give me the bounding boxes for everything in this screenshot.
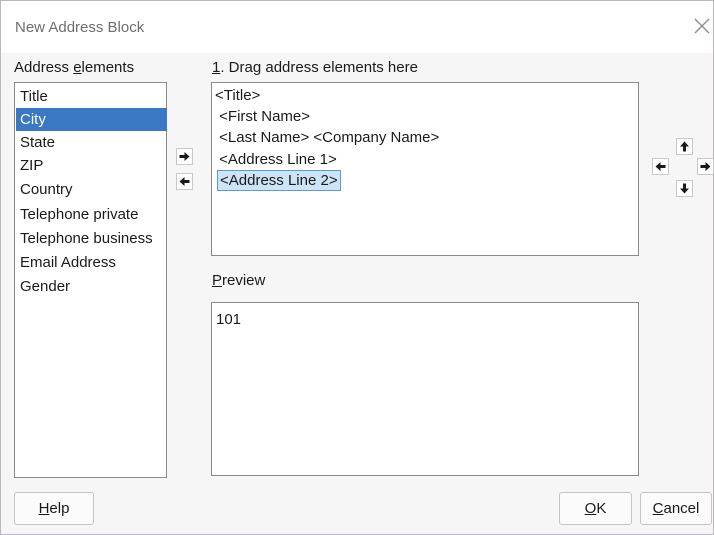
list-item-country[interactable]: Country: [16, 178, 167, 201]
address-field-address-line-2[interactable]: <Address Line 2>: [217, 170, 341, 191]
preview-label-mnemonic: P: [212, 272, 223, 289]
list-item-telephone-business[interactable]: Telephone business: [16, 227, 167, 250]
list-item-email-address[interactable]: Email Address: [16, 251, 167, 274]
address-field-last-name-company[interactable]: <Last Name> <Company Name>: [215, 127, 439, 148]
list-item-telephone-private[interactable]: Telephone private: [16, 203, 167, 226]
arrow-down-icon: [680, 183, 689, 194]
move-up-button[interactable]: [676, 138, 693, 155]
title-bar: New Address Block: [1, 1, 713, 53]
arrow-right-icon: [700, 162, 711, 171]
help-button-rest: elp: [49, 500, 70, 517]
close-icon[interactable]: [693, 17, 711, 35]
ok-button-mnemonic: O: [584, 500, 597, 517]
address-elements-label-rest: lements: [81, 59, 135, 76]
new-address-block-dialog: New Address Block Address elements Title…: [0, 0, 714, 535]
move-right-button[interactable]: [697, 158, 714, 175]
move-left-button[interactable]: [652, 158, 669, 175]
arrow-left-icon: [179, 177, 190, 186]
address-elements-list[interactable]: Title City State ZIP Country Telephone p…: [14, 82, 167, 478]
add-element-button[interactable]: [176, 148, 193, 165]
help-button[interactable]: Help: [14, 492, 94, 525]
preview-text: 101: [216, 311, 242, 328]
preview-box: 101: [211, 302, 639, 476]
arrow-left-icon: [655, 162, 666, 171]
dialog-title: New Address Block: [15, 19, 145, 36]
address-elements-label-prefix: Address: [14, 59, 74, 76]
ok-button-rest: K: [596, 500, 607, 517]
address-block-editor[interactable]: <Title> <First Name> <Last Name> <Compan…: [211, 82, 639, 256]
move-down-button[interactable]: [676, 180, 693, 197]
remove-element-button[interactable]: [176, 173, 193, 190]
list-item-zip[interactable]: ZIP: [16, 154, 167, 177]
preview-label: Preview: [212, 272, 265, 289]
list-item-gender[interactable]: Gender: [16, 275, 167, 298]
list-item-city[interactable]: City: [16, 108, 167, 131]
cancel-button-rest: ancel: [663, 500, 700, 517]
cancel-button-mnemonic: C: [652, 500, 664, 517]
ok-button[interactable]: OK: [559, 492, 632, 525]
address-elements-label: Address elements: [14, 59, 134, 76]
drag-area-label: 1. Drag address elements here: [212, 59, 418, 76]
arrow-up-icon: [680, 141, 689, 152]
list-item-state[interactable]: State: [16, 131, 167, 154]
address-field-first-name[interactable]: <First Name>: [215, 106, 310, 127]
address-elements-label-mnemonic: e: [73, 59, 82, 76]
address-field-title[interactable]: <Title>: [215, 85, 260, 106]
preview-label-rest: review: [222, 272, 266, 289]
help-button-mnemonic: H: [38, 500, 50, 517]
drag-area-label-rest: . Drag address elements here: [220, 59, 418, 76]
arrow-right-icon: [179, 152, 190, 161]
list-item-title[interactable]: Title: [16, 85, 167, 108]
address-field-address-line-1[interactable]: <Address Line 1>: [215, 149, 337, 170]
cancel-button[interactable]: Cancel: [640, 492, 712, 525]
